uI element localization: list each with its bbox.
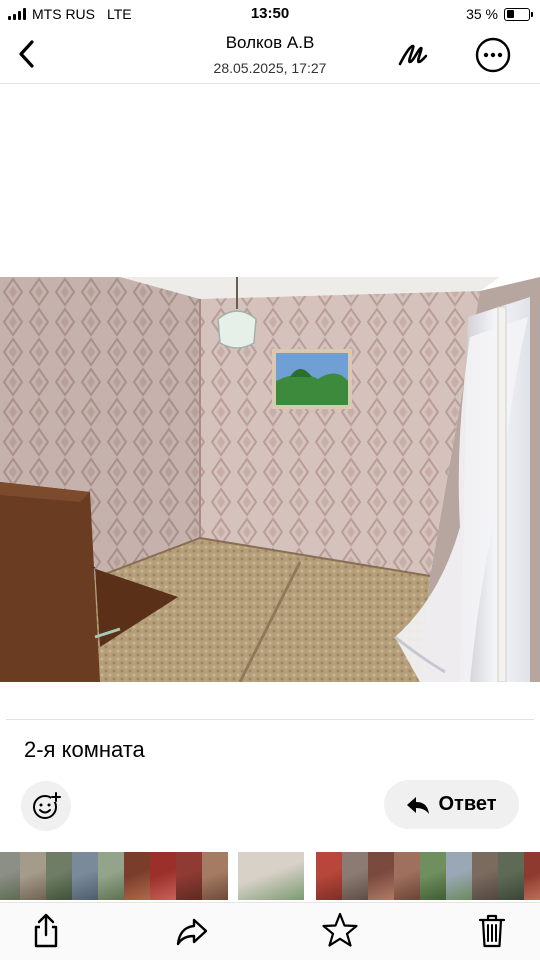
forward-icon[interactable] [174,911,210,951]
room-photo[interactable] [0,277,540,682]
contact-name: Волков А.В [225,33,315,52]
thumbnail[interactable] [46,852,72,900]
add-reaction-icon [33,792,61,819]
message-caption: 2-я комната [24,737,145,762]
status-right: 35 % [466,6,533,22]
status-bar: MTS RUS LTE 13:50 35 % [0,0,540,28]
thumbnail[interactable] [524,852,540,900]
thumbnail[interactable] [176,852,202,900]
thumbnail[interactable] [316,852,342,900]
thumbnail[interactable] [238,852,304,900]
reply-button[interactable]: Ответ [384,780,519,829]
thumbnail-strip[interactable] [0,850,540,902]
thumbnail[interactable] [124,852,150,900]
thumbnail[interactable] [342,852,368,900]
thumbnail[interactable] [446,852,472,900]
add-reaction-button[interactable] [21,781,71,831]
thumbnail[interactable] [20,852,46,900]
thumbnail[interactable] [420,852,446,900]
nav-bar: Волков А.В 28.05.2025, 17:27 [0,28,540,84]
markup-pen-icon[interactable] [394,36,432,72]
message-date: 28.05.2025, 17:27 [213,60,327,76]
reply-label: Ответ [438,793,497,815]
more-circle-icon[interactable] [474,36,512,74]
divider [6,719,534,720]
trash-icon[interactable] [474,911,510,951]
reply-arrow-icon [407,796,430,814]
screen: MTS RUS LTE 13:50 35 % Волков А.В 28.05.… [0,0,540,960]
thumbnail[interactable] [202,852,228,900]
thumbnail[interactable] [0,852,20,900]
thumbnail[interactable] [72,852,98,900]
thumbnail[interactable] [498,852,524,900]
clock: 13:50 [250,5,290,22]
thumbnail[interactable] [150,852,176,900]
battery-icon [504,7,533,21]
thumbnail[interactable] [98,852,124,900]
star-icon[interactable] [322,911,358,951]
thumbnail[interactable] [394,852,420,900]
bottom-toolbar [0,902,540,960]
battery-percent: 35 % [466,6,498,22]
thumbnail[interactable] [368,852,394,900]
thumbnail[interactable] [472,852,498,900]
share-icon[interactable] [28,911,64,951]
